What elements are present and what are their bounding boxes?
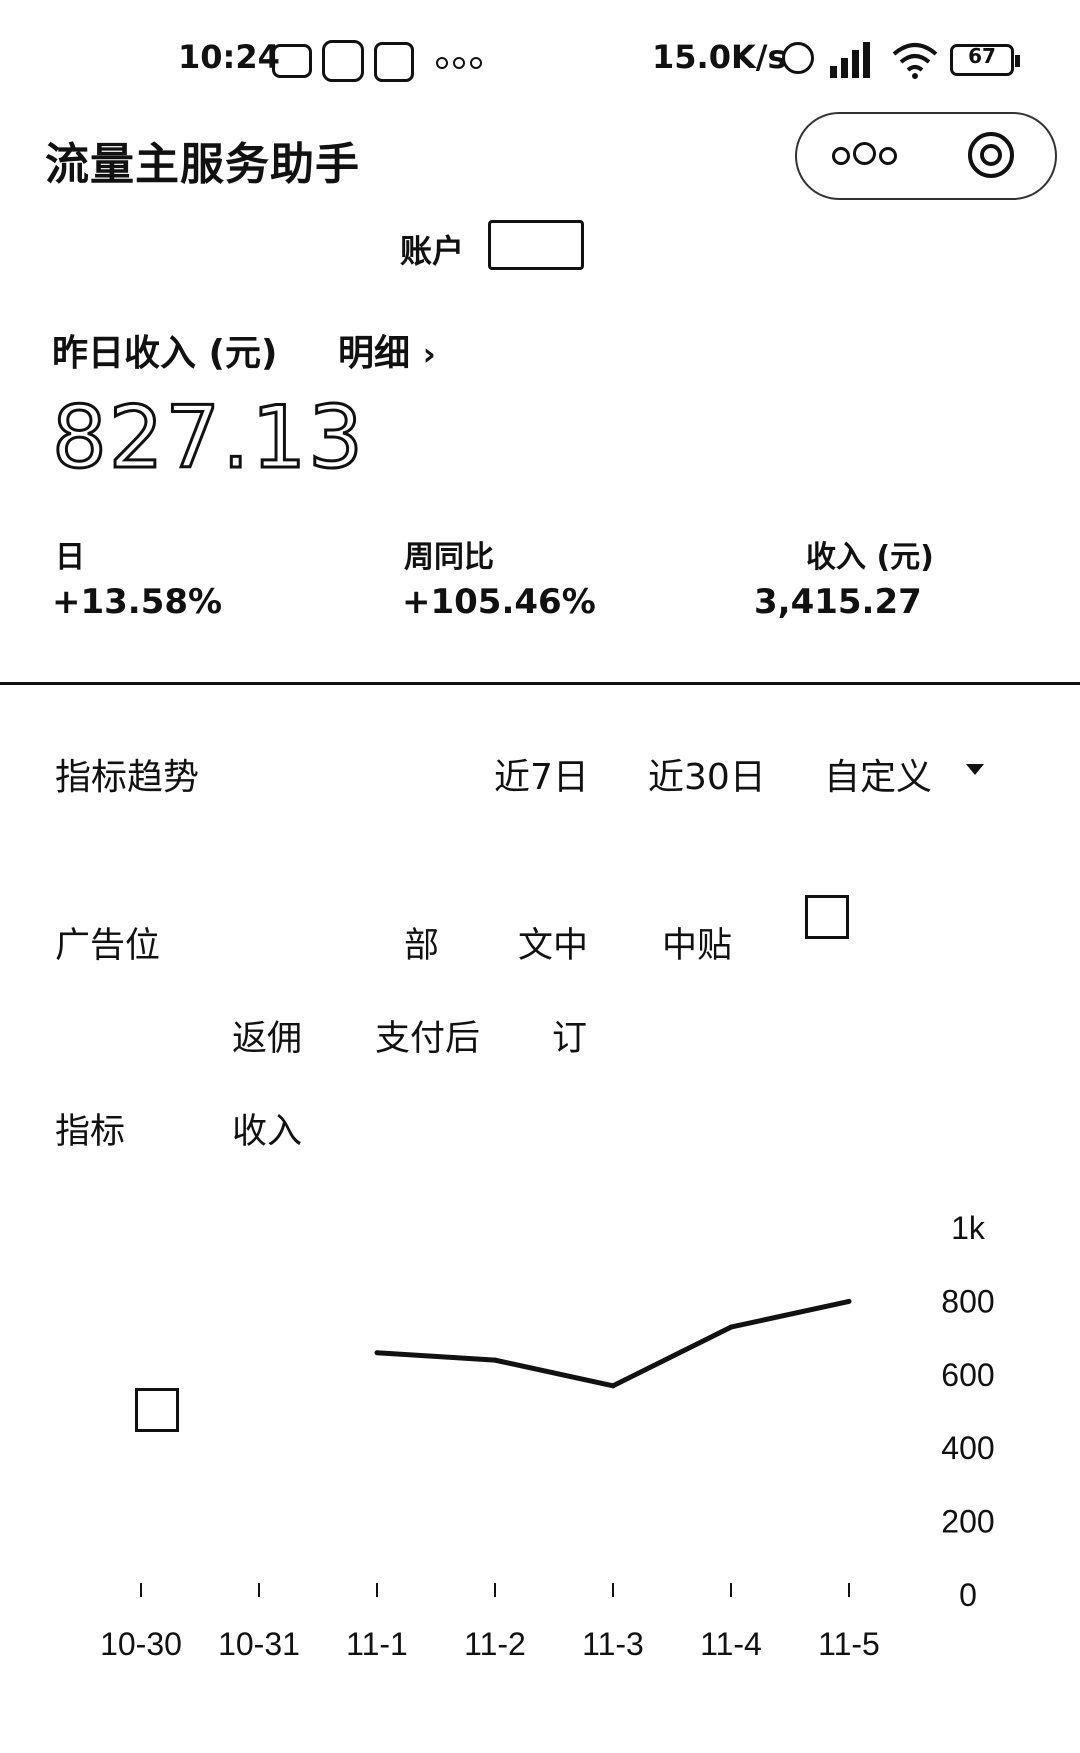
y-tick-label: 200: [941, 1504, 994, 1540]
detail-link-label: 明细: [338, 333, 411, 374]
capsule-divider: [927, 136, 928, 176]
data-point: [374, 1350, 380, 1356]
more-dots-icon[interactable]: [832, 142, 900, 169]
yesterday-income-label: 昨日收入 (元): [52, 333, 278, 374]
data-point: [610, 1383, 616, 1389]
range-custom[interactable]: 自定义: [824, 748, 932, 800]
x-tick-label: 11-3: [582, 1626, 644, 1660]
filter-option-in-article[interactable]: 文中: [518, 917, 588, 968]
range-7d[interactable]: 近7日: [494, 748, 589, 800]
network-speed: 15.0K/s: [652, 38, 787, 76]
data-point: [846, 1298, 852, 1304]
x-tick-label: 10-31: [218, 1626, 300, 1660]
y-tick-label: 600: [941, 1357, 994, 1393]
x-tick-label: 11-1: [346, 1626, 408, 1660]
battery-icon: 67: [950, 44, 1020, 76]
filter-checkbox[interactable]: [805, 895, 849, 939]
income-series-line: [376, 1298, 850, 1389]
battery-level: 67: [968, 44, 996, 68]
metric-label: 指标: [55, 1112, 126, 1152]
alarm-icon: [782, 42, 814, 74]
filter-ad-slot-label: 广告位: [55, 926, 161, 966]
stat-value-weekly: +105.46%: [402, 582, 596, 622]
app-notification-icon: [322, 40, 364, 82]
x-tick-label: 11-2: [464, 1626, 526, 1660]
wifi-icon: [892, 43, 938, 79]
filter-option-all[interactable]: 部: [404, 917, 439, 968]
chevron-right-icon: ›: [422, 335, 436, 373]
stat-label-weekly: 周同比: [404, 540, 494, 575]
range-30d[interactable]: 近30日: [648, 748, 766, 800]
dropdown-arrow-icon: [966, 764, 984, 775]
data-point: [728, 1324, 734, 1330]
signal-icon: [830, 40, 878, 78]
status-time: 10:24: [178, 38, 280, 76]
detail-link[interactable]: 明细 ›: [338, 324, 436, 376]
x-tick-label: 11-5: [818, 1626, 880, 1660]
mini-program-capsule: [795, 112, 1057, 200]
account-label: 账户: [400, 232, 465, 270]
stat-label-daily: 日: [55, 540, 85, 575]
account-selector[interactable]: [488, 220, 584, 270]
more-notifications-icon: [436, 54, 487, 73]
x-tick-label: 11-4: [700, 1626, 762, 1660]
trend-title: 指标趋势: [55, 757, 200, 798]
y-tick-label: 800: [941, 1283, 994, 1319]
notification-icon: [272, 44, 312, 78]
filter-option-rebate[interactable]: 返佣: [232, 1010, 302, 1061]
data-point: [492, 1357, 498, 1363]
y-tick-label: 400: [941, 1430, 994, 1466]
stat-label-income: 收入 (元): [806, 540, 934, 575]
metric-value[interactable]: 收入: [232, 1103, 302, 1154]
yesterday-income-value: 827.13: [51, 387, 365, 490]
news-app-icon: [374, 42, 414, 82]
app-title: 流量主服务助手: [45, 139, 360, 190]
y-tick-label: 0: [959, 1577, 977, 1613]
target-close-icon[interactable]: [968, 132, 1014, 178]
x-tick-label: 10-30: [100, 1626, 182, 1660]
y-tick-label: 1k: [951, 1210, 986, 1246]
chart-legend-checkbox[interactable]: [135, 1388, 179, 1432]
stat-value-daily: +13.58%: [52, 582, 223, 622]
stat-value-income: 3,415.27: [754, 582, 922, 622]
filter-option-after-pay[interactable]: 支付后: [375, 1010, 480, 1061]
filter-option-order[interactable]: 订: [552, 1010, 587, 1061]
section-divider: [0, 682, 1080, 685]
filter-option-mid-post[interactable]: 中贴: [662, 917, 732, 968]
